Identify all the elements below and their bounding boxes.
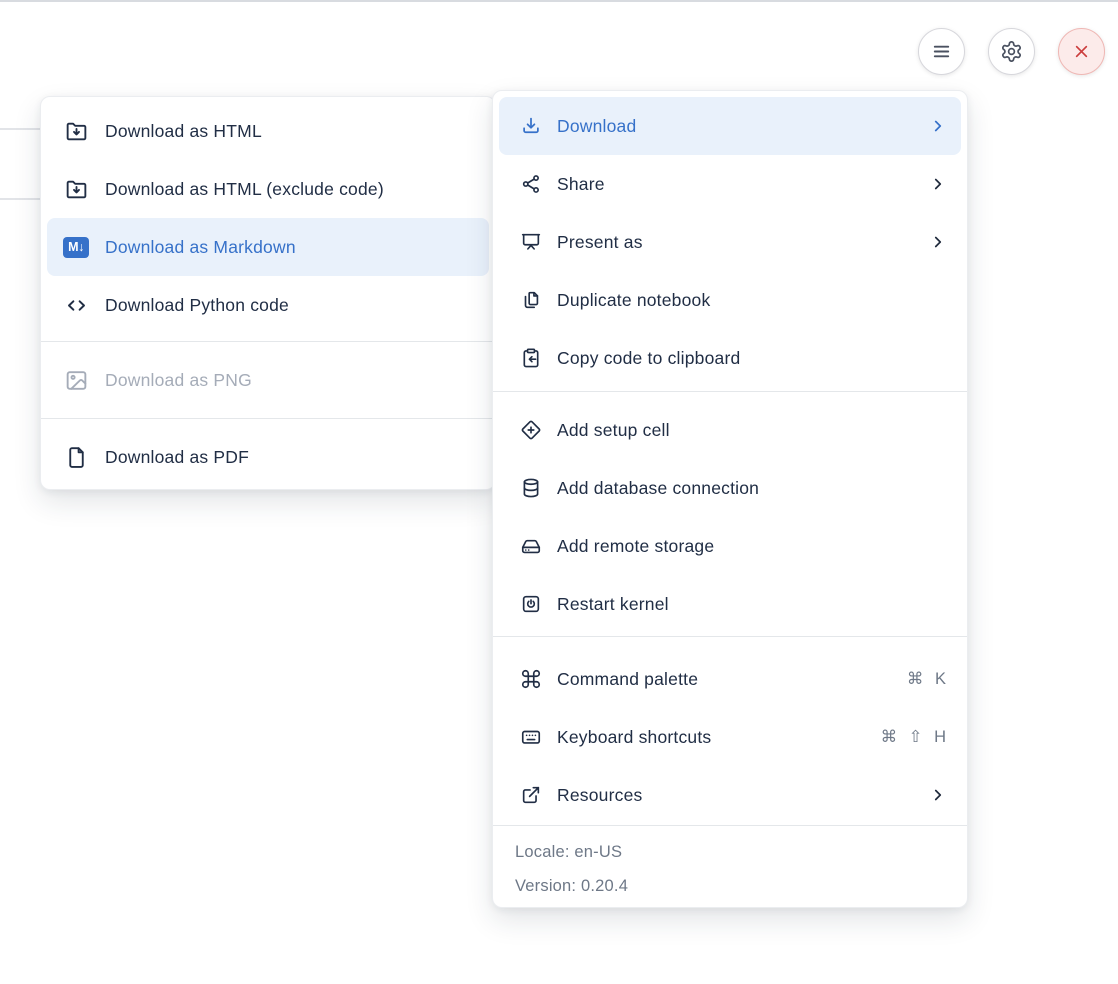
folder-download-icon — [63, 177, 89, 202]
background-divider — [0, 128, 40, 130]
menu-item-download-as-markdown[interactable]: M↓ Download as Markdown — [47, 218, 489, 276]
page-top-border — [0, 0, 1118, 2]
menu-item-download-as-html[interactable]: Download as HTML — [41, 102, 495, 160]
markdown-download-icon: M↓ — [63, 237, 89, 258]
menu-item-download-as-png: Download as PNG — [41, 349, 495, 411]
menu-item-label: Command palette — [557, 669, 892, 690]
menu-item-duplicate-notebook[interactable]: Duplicate notebook — [493, 271, 967, 329]
menu-item-label: Duplicate notebook — [557, 290, 947, 311]
menu-item-present-as[interactable]: Present as — [493, 213, 967, 271]
command-icon — [519, 668, 542, 690]
menu-item-keyboard-shortcuts[interactable]: Keyboard shortcuts ⌘ ⇧ H — [493, 708, 967, 766]
menu-item-label: Add remote storage — [557, 536, 947, 557]
close-icon — [1071, 41, 1092, 62]
menu-item-add-database-connection[interactable]: Add database connection — [493, 459, 967, 517]
code-icon — [63, 293, 89, 318]
menu-item-label: Download as HTML — [105, 121, 479, 142]
chevron-right-icon — [929, 233, 947, 251]
version-text: Version: 0.20.4 — [515, 869, 967, 903]
database-icon — [519, 477, 542, 499]
menu-item-label: Download as Markdown — [105, 237, 473, 258]
menu-item-share[interactable]: Share — [493, 155, 967, 213]
notebook-menu: Download Share Present as Duplicate note… — [492, 90, 968, 908]
share-icon — [519, 173, 542, 195]
menu-item-label: Copy code to clipboard — [557, 348, 947, 369]
download-submenu: Download as HTML Download as HTML (exclu… — [40, 96, 496, 490]
download-icon — [519, 115, 542, 137]
menu-button[interactable] — [918, 28, 965, 75]
chevron-right-icon — [929, 175, 947, 193]
power-icon — [519, 593, 542, 615]
menu-item-label: Add database connection — [557, 478, 947, 499]
menu-item-label: Download as PDF — [105, 447, 479, 468]
clipboard-copy-icon — [519, 347, 542, 369]
menu-item-label: Download as HTML (exclude code) — [105, 179, 479, 200]
menu-divider — [41, 418, 495, 419]
external-link-icon — [519, 784, 542, 806]
chevron-right-icon — [929, 786, 947, 804]
menu-item-label: Share — [557, 174, 914, 195]
menu-item-label: Download Python code — [105, 295, 479, 316]
menu-divider — [493, 636, 967, 637]
menu-item-add-remote-storage[interactable]: Add remote storage — [493, 517, 967, 575]
menu-item-download-python-code[interactable]: Download Python code — [41, 276, 495, 334]
gear-icon — [1000, 40, 1023, 63]
hamburger-icon — [930, 40, 953, 63]
diamond-plus-icon — [519, 419, 542, 441]
menu-item-label: Download as PNG — [105, 370, 479, 391]
menu-item-label: Download — [557, 116, 914, 137]
background-divider — [0, 198, 40, 200]
menu-item-label: Present as — [557, 232, 914, 253]
menu-item-label: Keyboard shortcuts — [557, 727, 866, 748]
menu-item-add-setup-cell[interactable]: Add setup cell — [493, 401, 967, 459]
shortcut-hint: ⌘ ⇧ H — [881, 727, 947, 747]
duplicate-icon — [519, 289, 542, 311]
menu-divider — [41, 341, 495, 342]
folder-download-icon — [63, 119, 89, 144]
menu-divider — [493, 391, 967, 392]
close-button[interactable] — [1058, 28, 1105, 75]
menu-item-download[interactable]: Download — [499, 97, 961, 155]
presentation-icon — [519, 231, 542, 253]
settings-button[interactable] — [988, 28, 1035, 75]
menu-item-resources[interactable]: Resources — [493, 766, 967, 824]
hard-drive-icon — [519, 535, 542, 557]
menu-footer: Locale: en-US Version: 0.20.4 — [493, 826, 967, 909]
notebook-toolbar — [918, 28, 1105, 75]
file-icon — [63, 445, 89, 470]
menu-item-label: Add setup cell — [557, 420, 947, 441]
menu-item-command-palette[interactable]: Command palette ⌘ K — [493, 650, 967, 708]
menu-item-copy-code-to-clipboard[interactable]: Copy code to clipboard — [493, 329, 967, 387]
menu-item-download-as-html-exclude-code[interactable]: Download as HTML (exclude code) — [41, 160, 495, 218]
locale-text: Locale: en-US — [515, 835, 967, 869]
chevron-right-icon — [929, 117, 947, 135]
menu-item-label: Restart kernel — [557, 594, 947, 615]
keyboard-icon — [519, 726, 542, 748]
menu-item-label: Resources — [557, 785, 914, 806]
menu-item-restart-kernel[interactable]: Restart kernel — [493, 575, 967, 633]
shortcut-hint: ⌘ K — [907, 669, 947, 689]
image-icon — [63, 368, 89, 393]
menu-item-download-as-pdf[interactable]: Download as PDF — [41, 426, 495, 488]
